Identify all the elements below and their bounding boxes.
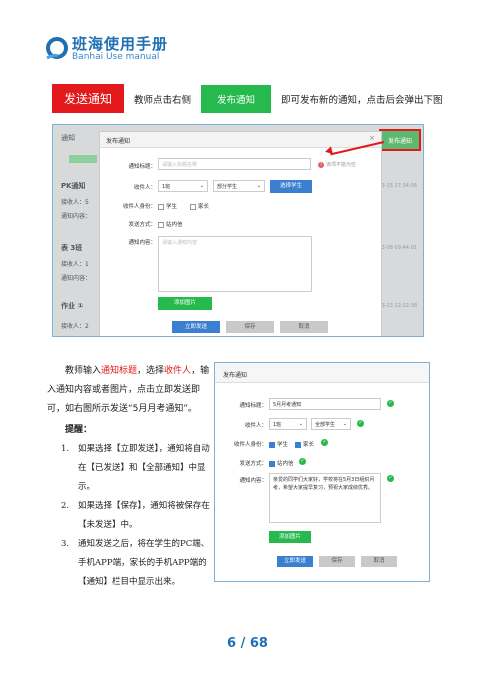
cancel-button[interactable]: 取消 bbox=[361, 556, 397, 567]
send-method-label: 发送方式： bbox=[239, 461, 267, 467]
send-method-checkbox[interactable]: 站内信 bbox=[158, 220, 183, 228]
checkbox-checked-icon bbox=[295, 441, 301, 448]
checkbox-checked-icon bbox=[269, 460, 275, 467]
error-icon: ! bbox=[318, 162, 324, 168]
identity-parent-checkbox[interactable]: 家长 bbox=[190, 202, 209, 210]
save-button[interactable]: 保存 bbox=[226, 321, 274, 333]
save-button[interactable]: 保存 bbox=[319, 556, 355, 567]
bg-row-label: 接收人：5 bbox=[61, 199, 89, 206]
tip-item: 2. 如果选择【保存】，通知将被保存在【未发送】中。 bbox=[61, 501, 210, 530]
content-label: 通知内容： bbox=[239, 478, 267, 484]
checkbox-checked-icon bbox=[269, 441, 275, 448]
identity-parent-checkbox[interactable]: 家长 bbox=[295, 440, 314, 448]
tip-item: 1. 如果选择【立即发送】，通知将自动在【已发送】和【全部通知】中显示。 bbox=[61, 444, 210, 492]
class-select[interactable]: 1班 ⌄ bbox=[269, 418, 307, 430]
content-textarea[interactable]: 亲爱的同学们大家好，学校将在5月3日组织月考，希望大家提早复习，预祝大家成绩优秀… bbox=[269, 473, 381, 523]
dialog-title-bar: 发布通知 × bbox=[100, 132, 381, 148]
instruction-paragraph: 教师输入通知标题，选择收件人，输入通知内容或者图片，点击立即发送即可，如右图所示… bbox=[47, 366, 210, 414]
dialog-title: 发布通知 bbox=[215, 363, 429, 383]
scope-select[interactable]: 全部学生 ⌄ bbox=[311, 418, 351, 430]
chevron-down-icon: ⌄ bbox=[199, 183, 204, 189]
instructions: 教师输入通知标题，选择收件人，输入通知内容或者图片，点击立即发送即可，如右图所示… bbox=[47, 362, 213, 592]
add-image-button[interactable]: 添加图片 bbox=[158, 297, 212, 310]
bg-row-label: 通知内容： bbox=[61, 275, 92, 282]
send-method-label: 发送方式： bbox=[128, 222, 156, 228]
send-method-checkbox[interactable]: 站内信 bbox=[269, 459, 294, 467]
page-number: 6 / 68 bbox=[227, 636, 268, 651]
intro-text-1: 教师点击右侧 bbox=[134, 94, 192, 106]
check-icon: ✓ bbox=[387, 475, 394, 482]
bg-row-label: PK通知 bbox=[61, 182, 86, 190]
title-hint: ! 该项不能为空 bbox=[318, 161, 356, 168]
bg-publish-button[interactable]: 发布通知 bbox=[379, 129, 421, 151]
chevron-down-icon: ⌄ bbox=[256, 183, 261, 189]
tips-title: 提醒： bbox=[65, 425, 93, 435]
title-placeholder: 请输入标题名称 bbox=[162, 162, 198, 168]
section-tag: 发送通知 bbox=[52, 84, 125, 113]
checkbox-icon bbox=[158, 221, 164, 228]
identity-label: 收件人身份： bbox=[233, 442, 267, 448]
screenshot-filled-dialog: 发布通知 通知标题： 5月月考通知 ✓ 收件人： 1班 ⌄ 全部学生 ⌄ ✓ 收件人… bbox=[214, 362, 430, 582]
intro-text-2: 即可发布新的通知，点击后会弹出下图 bbox=[281, 94, 443, 106]
bg-row-label: 表 3班 bbox=[61, 244, 83, 252]
content-placeholder: 请输入通知内容 bbox=[162, 240, 198, 246]
checkbox-icon bbox=[158, 203, 164, 210]
identity-student-checkbox[interactable]: 学生 bbox=[269, 440, 288, 448]
bg-row-label: 接收人：2 bbox=[61, 323, 89, 330]
cancel-button[interactable]: 取消 bbox=[280, 321, 328, 333]
bg-row-label: 接收人：1 bbox=[61, 261, 89, 268]
bg-green-tag bbox=[69, 155, 97, 163]
intro-line: 发送通知 教师点击右侧 发布通知 即可发布新的通知，点击后会弹出下图 bbox=[52, 84, 443, 113]
publish-notice-button-illustration: 发布通知 bbox=[201, 84, 272, 113]
screenshot-publish-dialog: 通知 发布通知 PK通知 2021-03-15 17:34:06 接收人：5 通… bbox=[52, 124, 424, 337]
check-icon: ✓ bbox=[357, 420, 364, 427]
title-label: 通知标题： bbox=[128, 164, 156, 170]
logo-subtitle: Banhai Use manual bbox=[72, 52, 160, 62]
check-icon: ✓ bbox=[299, 458, 306, 465]
logo-icon bbox=[46, 37, 68, 60]
bg-header: 通知 bbox=[61, 134, 75, 142]
brand-logo: 班海使用手册 Banhai Use manual bbox=[44, 36, 168, 62]
class-select[interactable]: 1班 ⌄ bbox=[158, 180, 208, 192]
identity-label: 收件人身份： bbox=[122, 204, 156, 210]
arrow-head-icon bbox=[324, 146, 333, 156]
close-icon[interactable]: × bbox=[369, 134, 375, 142]
tip-item: 3. 通知发送之后，将在学生的PC端、手机APP端，家长的手机APP端的【通知】栏… bbox=[61, 539, 210, 587]
send-now-button[interactable]: 立即发送 bbox=[172, 321, 220, 333]
content-textarea[interactable]: 请输入通知内容 bbox=[158, 236, 312, 292]
publish-dialog: 发布通知 × 通知标题： 请输入标题名称 ! 该项不能为空 收件人： 1班 ⌄ 部分… bbox=[99, 131, 382, 336]
title-input[interactable]: 请输入标题名称 bbox=[158, 158, 311, 170]
chevron-down-icon: ⌄ bbox=[298, 421, 303, 427]
content-label: 通知内容： bbox=[128, 240, 156, 246]
logo-title: 班海使用手册 bbox=[72, 35, 169, 53]
chevron-down-icon: ⌄ bbox=[342, 421, 347, 427]
check-icon: ✓ bbox=[321, 439, 328, 446]
receiver-label: 收件人： bbox=[244, 423, 267, 429]
choose-students-button[interactable]: 选择学生 bbox=[270, 180, 312, 193]
identity-student-checkbox[interactable]: 学生 bbox=[158, 202, 177, 210]
add-image-button[interactable]: 添加图片 bbox=[269, 531, 311, 543]
receiver-label: 收件人： bbox=[133, 185, 156, 191]
check-icon: ✓ bbox=[387, 400, 394, 407]
title-input[interactable]: 5月月考通知 bbox=[269, 398, 381, 410]
dialog-title: 发布通知 bbox=[106, 138, 131, 145]
send-now-button[interactable]: 立即发送 bbox=[277, 556, 313, 567]
scope-select[interactable]: 部分学生 ⌄ bbox=[213, 180, 265, 192]
bg-row-label: 通知内容： bbox=[61, 213, 92, 220]
bg-row-label: 作业 ① bbox=[61, 302, 84, 310]
checkbox-icon bbox=[190, 203, 196, 210]
title-label: 通知标题： bbox=[239, 403, 267, 409]
